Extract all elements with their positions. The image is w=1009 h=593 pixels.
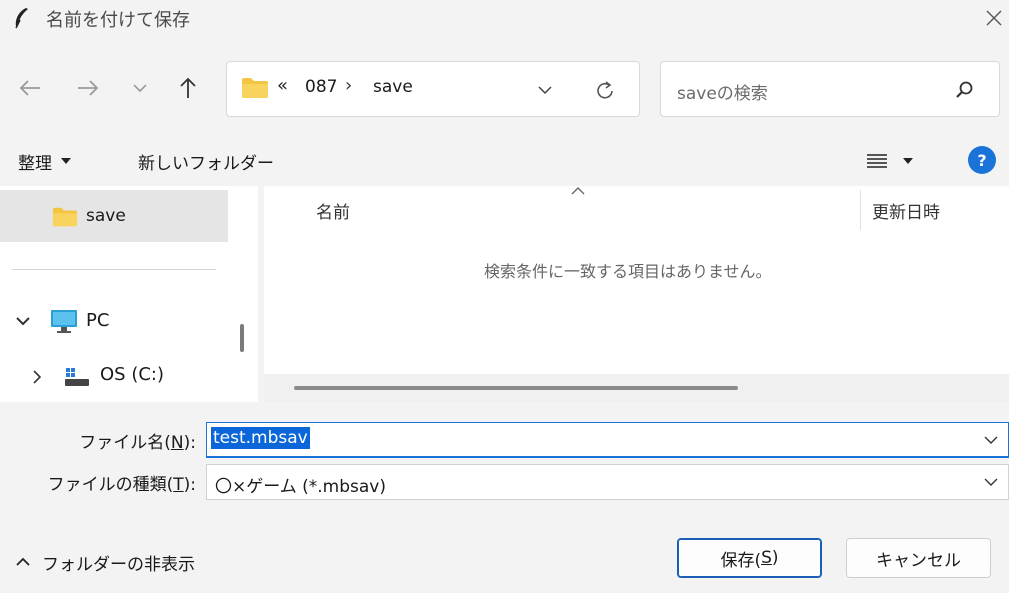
horizontal-scrollbar-thumb[interactable]	[294, 386, 738, 390]
filetype-select[interactable]: 〇×ゲーム (*.mbsav)	[206, 464, 1009, 500]
command-bar: 整理 新しいフォルダー ?	[0, 136, 1009, 186]
arrow-right-icon	[78, 80, 99, 96]
new-folder-button[interactable]: 新しいフォルダー	[138, 147, 274, 175]
address-bar[interactable]: « 087 › save	[226, 61, 640, 117]
chevron-right-icon	[33, 370, 42, 384]
organize-label: 整理	[18, 153, 52, 174]
folder-icon	[241, 77, 269, 99]
column-header-date[interactable]: 更新日時	[872, 198, 940, 223]
navigation-pane: save PC OS (C:)	[0, 186, 258, 402]
address-overflow[interactable]: «	[277, 75, 288, 96]
filename-value: test.mbsav	[211, 427, 310, 449]
nav-item-save[interactable]: save	[0, 190, 228, 242]
list-view-icon	[867, 154, 887, 168]
chevron-down-icon	[984, 478, 998, 486]
filetype-dropdown-button[interactable]	[980, 471, 1002, 493]
column-divider[interactable]	[860, 190, 861, 230]
search-placeholder: saveの検索	[677, 84, 768, 104]
file-list: 名前 更新日時 検索条件に一致する項目はありません。	[264, 186, 1009, 402]
filename-dropdown-button[interactable]	[980, 429, 1002, 451]
nav-item-pc[interactable]: PC	[86, 310, 109, 331]
organize-button[interactable]: 整理	[18, 147, 72, 175]
sort-up-icon	[570, 184, 586, 198]
save-button[interactable]: 保存(S)	[677, 538, 822, 578]
filetype-value: 〇×ゲーム (*.mbsav)	[215, 477, 386, 497]
arrow-up-icon	[180, 77, 196, 98]
chevron-up-icon	[16, 557, 30, 566]
window-title: 名前を付けて保存	[46, 10, 190, 31]
search-input[interactable]: saveの検索	[660, 61, 1000, 117]
filename-input[interactable]: test.mbsav	[206, 422, 1009, 458]
refresh-icon	[597, 81, 613, 99]
arrow-left-icon	[19, 80, 40, 96]
feather-icon	[10, 6, 32, 30]
nav-scrollbar-thumb[interactable]	[240, 324, 244, 352]
forward-button[interactable]	[70, 68, 106, 108]
caret-down-icon	[61, 158, 71, 164]
back-button[interactable]	[12, 68, 48, 108]
recent-locations-button[interactable]	[122, 68, 158, 108]
breadcrumb-segment[interactable]: save	[373, 77, 413, 97]
breadcrumb-separator[interactable]: ›	[345, 75, 352, 96]
cancel-button[interactable]: キャンセル	[846, 538, 991, 578]
new-folder-label: 新しいフォルダー	[138, 153, 274, 174]
help-button[interactable]: ?	[968, 146, 996, 174]
monitor-icon	[50, 308, 78, 334]
folder-icon	[52, 206, 78, 228]
view-options-button[interactable]	[862, 146, 926, 176]
breadcrumb-segment[interactable]: 087	[305, 77, 337, 97]
nav-item-drive[interactable]: OS (C:)	[100, 364, 164, 385]
hide-folders-toggle[interactable]: フォルダーの非表示	[16, 550, 195, 575]
close-icon	[986, 10, 1002, 26]
nav-divider	[12, 269, 216, 270]
save-form: ファイル名(N): test.mbsav ファイルの種類(T): 〇×ゲーム (…	[0, 402, 1009, 593]
refresh-button[interactable]	[589, 75, 621, 107]
help-icon: ?	[977, 150, 987, 170]
empty-message: 検索条件に一致する項目はありません。	[484, 262, 772, 281]
column-header-name[interactable]: 名前	[316, 198, 350, 223]
search-icon[interactable]	[951, 76, 979, 104]
up-button[interactable]	[170, 68, 206, 108]
expand-drive-toggle[interactable]	[28, 366, 46, 388]
title-bar: 名前を付けて保存	[0, 0, 1009, 38]
close-button[interactable]	[976, 2, 1009, 34]
chevron-down-icon	[984, 436, 998, 444]
drive-icon	[64, 366, 90, 388]
hide-folders-label: フォルダーの非表示	[42, 554, 195, 575]
expand-pc-toggle[interactable]	[12, 310, 34, 332]
chevron-down-icon	[16, 317, 30, 326]
address-dropdown-button[interactable]	[531, 76, 559, 104]
filename-label: ファイル名(N):	[79, 433, 196, 453]
chevron-down-icon	[538, 86, 552, 95]
nav-item-label: save	[86, 206, 126, 226]
filetype-label: ファイルの種類(T):	[47, 475, 196, 495]
chevron-down-icon	[133, 84, 147, 93]
caret-down-icon	[903, 158, 913, 164]
